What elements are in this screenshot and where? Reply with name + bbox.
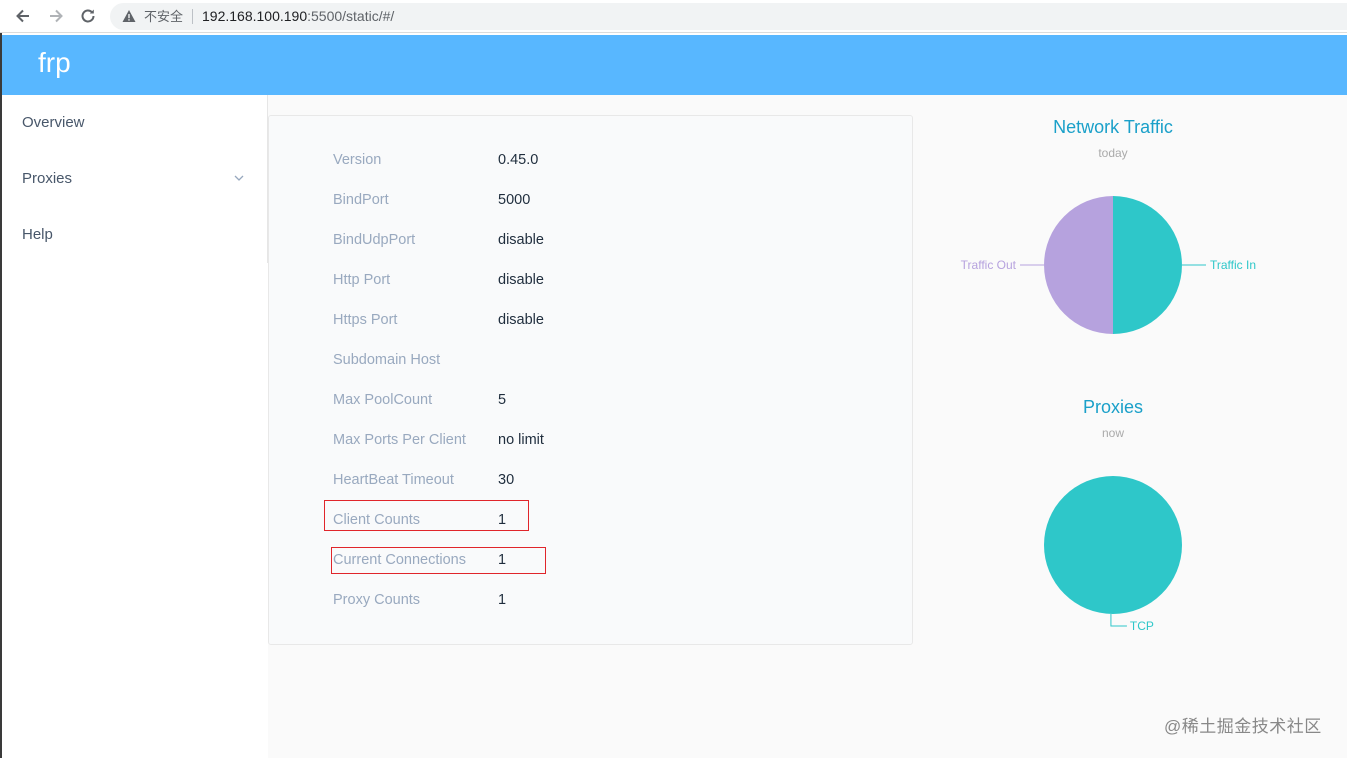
info-key: Https Port	[333, 312, 398, 328]
sidebar-item-label: Proxies	[22, 170, 73, 187]
proxies-pie-chart: TCP	[1044, 476, 1182, 633]
info-key: Version	[333, 152, 382, 168]
pie-label-line	[1110, 613, 1127, 627]
pie-slice-traffic-out[interactable]	[1044, 196, 1113, 334]
info-value: 0.45.0	[498, 152, 539, 168]
sidebar-item-help[interactable]: Help	[2, 207, 267, 263]
info-row-heartbeat-timeout: HeartBeat Timeout 30	[333, 470, 893, 490]
pie-label: TCP	[1130, 619, 1154, 633]
info-key: Max Ports Per Client	[333, 432, 466, 448]
info-row-bind-udp-port: BindUdpPort disable	[333, 230, 893, 250]
info-row-max-pool-count: Max PoolCount 5	[333, 390, 893, 410]
address-bar[interactable]: 不安全 192.168.100.190:5500/static/#/	[110, 3, 1347, 30]
server-info-card: Version 0.45.0 BindPort 5000 BindUdpPort…	[268, 115, 913, 645]
info-row-bind-port: BindPort 5000	[333, 190, 893, 210]
main-content: Version 0.45.0 BindPort 5000 BindUdpPort…	[268, 95, 1347, 758]
info-key: Max PoolCount	[333, 392, 433, 408]
info-value: 1	[498, 592, 507, 608]
highlight-box-current-connections	[331, 547, 546, 574]
divider	[192, 9, 193, 24]
info-key: BindPort	[333, 192, 389, 208]
info-value: disable	[498, 272, 544, 288]
info-row-max-ports-per-client: Max Ports Per Client no limit	[333, 430, 893, 450]
info-key: Http Port	[333, 272, 391, 288]
app-header: frp	[2, 35, 1347, 95]
watermark: @稀土掘金技术社区	[1164, 717, 1322, 736]
info-key: BindUdpPort	[333, 232, 416, 248]
chart-subtitle: now	[1101, 426, 1124, 440]
pie-label: Traffic Out	[961, 258, 1017, 272]
chart-title: Proxies	[1082, 397, 1144, 417]
reload-icon[interactable]	[78, 6, 98, 26]
info-value: disable	[498, 312, 544, 328]
info-key: HeartBeat Timeout	[333, 472, 454, 488]
info-value: 30	[498, 472, 515, 488]
info-value: no limit	[498, 432, 544, 448]
pie-slice-traffic-in[interactable]	[1113, 196, 1182, 334]
chart-title: Network Traffic	[1053, 117, 1173, 137]
info-row-proxy-counts: Proxy Counts 1	[333, 590, 893, 610]
sidebar: Overview Proxies Help	[2, 95, 268, 263]
info-key: Proxy Counts	[333, 592, 421, 608]
info-value: 5000	[498, 192, 531, 208]
info-value: disable	[498, 232, 544, 248]
warning-icon[interactable]	[122, 9, 136, 23]
url-path: :5500/static/#/	[307, 8, 395, 24]
info-row-https-port: Https Port disable	[333, 310, 893, 330]
url-host: 192.168.100.190	[202, 8, 308, 24]
info-row-version: Version 0.45.0	[333, 150, 893, 170]
sidebar-item-label: Overview	[22, 114, 85, 131]
chevron-down-icon	[234, 175, 244, 181]
browser-toolbar: 不安全 192.168.100.190:5500/static/#/	[0, 0, 1347, 33]
brand-logo[interactable]: frp	[38, 45, 71, 81]
arrow-left-icon[interactable]	[13, 6, 33, 26]
security-label[interactable]: 不安全	[144, 8, 183, 25]
url-text[interactable]: 192.168.100.190:5500/static/#/	[202, 8, 394, 25]
chart-subtitle: today	[1098, 146, 1128, 160]
pie-slice-tcp[interactable]	[1044, 476, 1182, 614]
pie-label: Traffic In	[1210, 258, 1256, 272]
info-row-http-port: Http Port disable	[333, 270, 893, 290]
highlight-box-client-counts	[324, 500, 529, 531]
network-traffic-pie-chart: Traffic In Traffic Out	[961, 196, 1256, 334]
info-row-subdomain-host: Subdomain Host	[333, 350, 893, 370]
info-value: 5	[498, 392, 507, 408]
sidebar-item-overview[interactable]: Overview	[2, 95, 267, 151]
info-key: Subdomain Host	[333, 352, 441, 368]
sidebar-item-label: Help	[22, 226, 53, 243]
arrow-right-icon[interactable]	[46, 6, 66, 26]
sidebar-item-proxies[interactable]: Proxies	[2, 151, 267, 207]
